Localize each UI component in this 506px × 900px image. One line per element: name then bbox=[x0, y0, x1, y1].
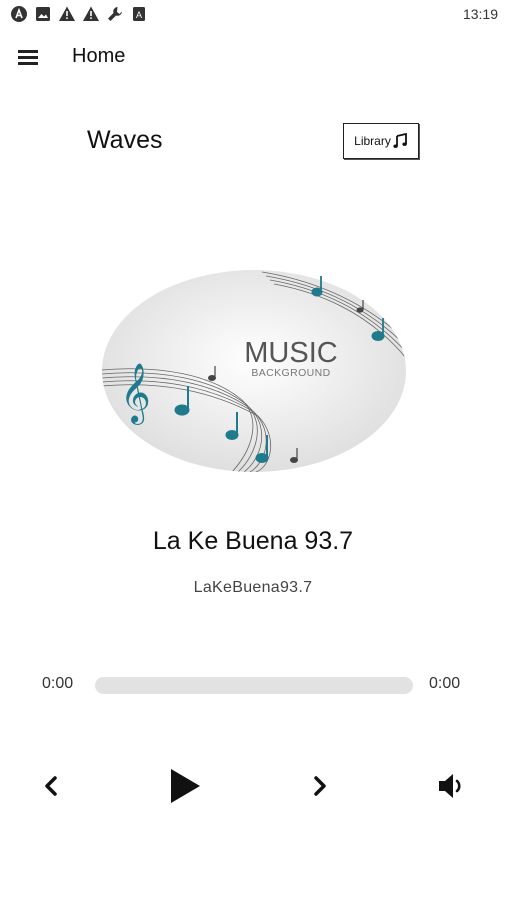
svg-text:A: A bbox=[136, 10, 142, 20]
volume-icon bbox=[439, 774, 461, 798]
sim-icon: A bbox=[133, 7, 145, 21]
status-clock: 13:19 bbox=[462, 6, 498, 22]
library-button[interactable]: Library bbox=[343, 123, 419, 159]
next-button[interactable] bbox=[309, 774, 331, 798]
app-a-icon bbox=[11, 6, 27, 22]
hamburger-menu-icon[interactable] bbox=[16, 45, 40, 69]
artwork-line2: BACKGROUND bbox=[251, 367, 330, 379]
status-bar: A 13:19 bbox=[0, 0, 506, 28]
artwork-line1: MUSIC bbox=[244, 337, 337, 369]
elapsed-time: 0:00 bbox=[42, 675, 74, 692]
app-bar: Home bbox=[0, 34, 506, 80]
warning-icon bbox=[83, 6, 99, 21]
duration-time: 0:00 bbox=[429, 675, 461, 692]
music-note-icon bbox=[393, 133, 407, 148]
previous-button[interactable] bbox=[40, 774, 62, 798]
seek-bar[interactable] bbox=[95, 677, 413, 694]
library-label: Library bbox=[354, 134, 391, 148]
play-icon bbox=[171, 769, 200, 803]
play-button[interactable] bbox=[167, 766, 203, 806]
track-title: La Ke Buena 93.7 bbox=[152, 527, 354, 555]
svg-text:𝄞: 𝄞 bbox=[120, 363, 151, 425]
brand-title: Waves bbox=[87, 126, 163, 154]
volume-button[interactable] bbox=[437, 770, 467, 802]
album-artwork: 𝄞 MUSIC BACKGROUND bbox=[102, 270, 406, 472]
image-icon bbox=[36, 7, 50, 21]
chevron-left-icon bbox=[45, 776, 57, 796]
status-icons: A bbox=[10, 5, 148, 23]
wrench-icon bbox=[108, 7, 122, 21]
chevron-right-icon bbox=[314, 776, 326, 796]
warning-icon bbox=[59, 6, 75, 21]
track-subtitle: LaKeBuena93.7 bbox=[193, 579, 313, 596]
page-title: Home bbox=[72, 45, 126, 67]
